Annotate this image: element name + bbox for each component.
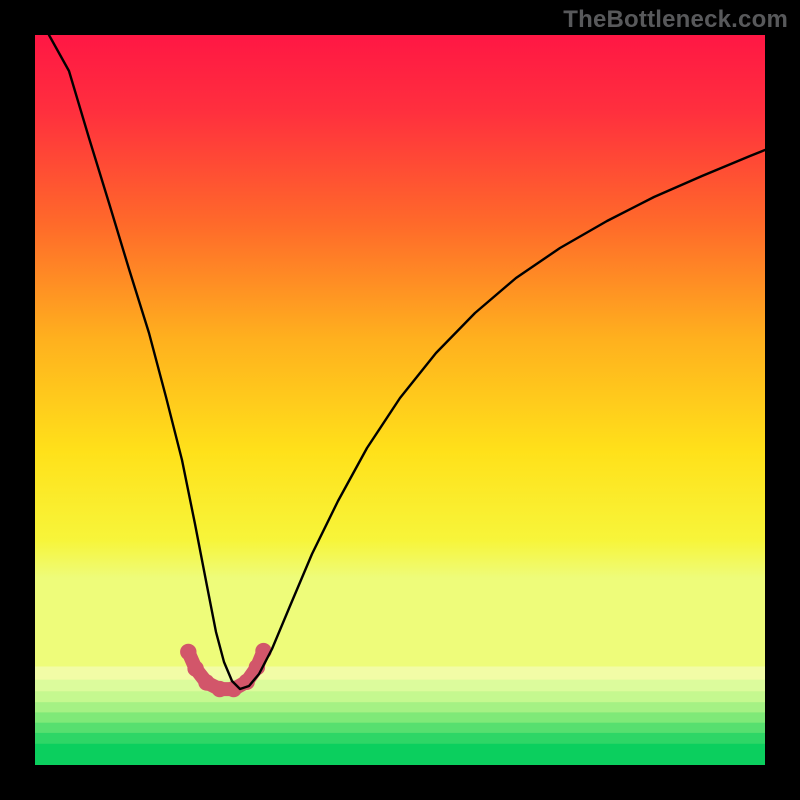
gradient-bottom-bands (35, 667, 765, 766)
bottleneck-plot (35, 35, 765, 765)
gradient-background (35, 35, 765, 667)
chart-frame: TheBottleneck.com (0, 0, 800, 800)
watermark-label: TheBottleneck.com (563, 6, 788, 34)
